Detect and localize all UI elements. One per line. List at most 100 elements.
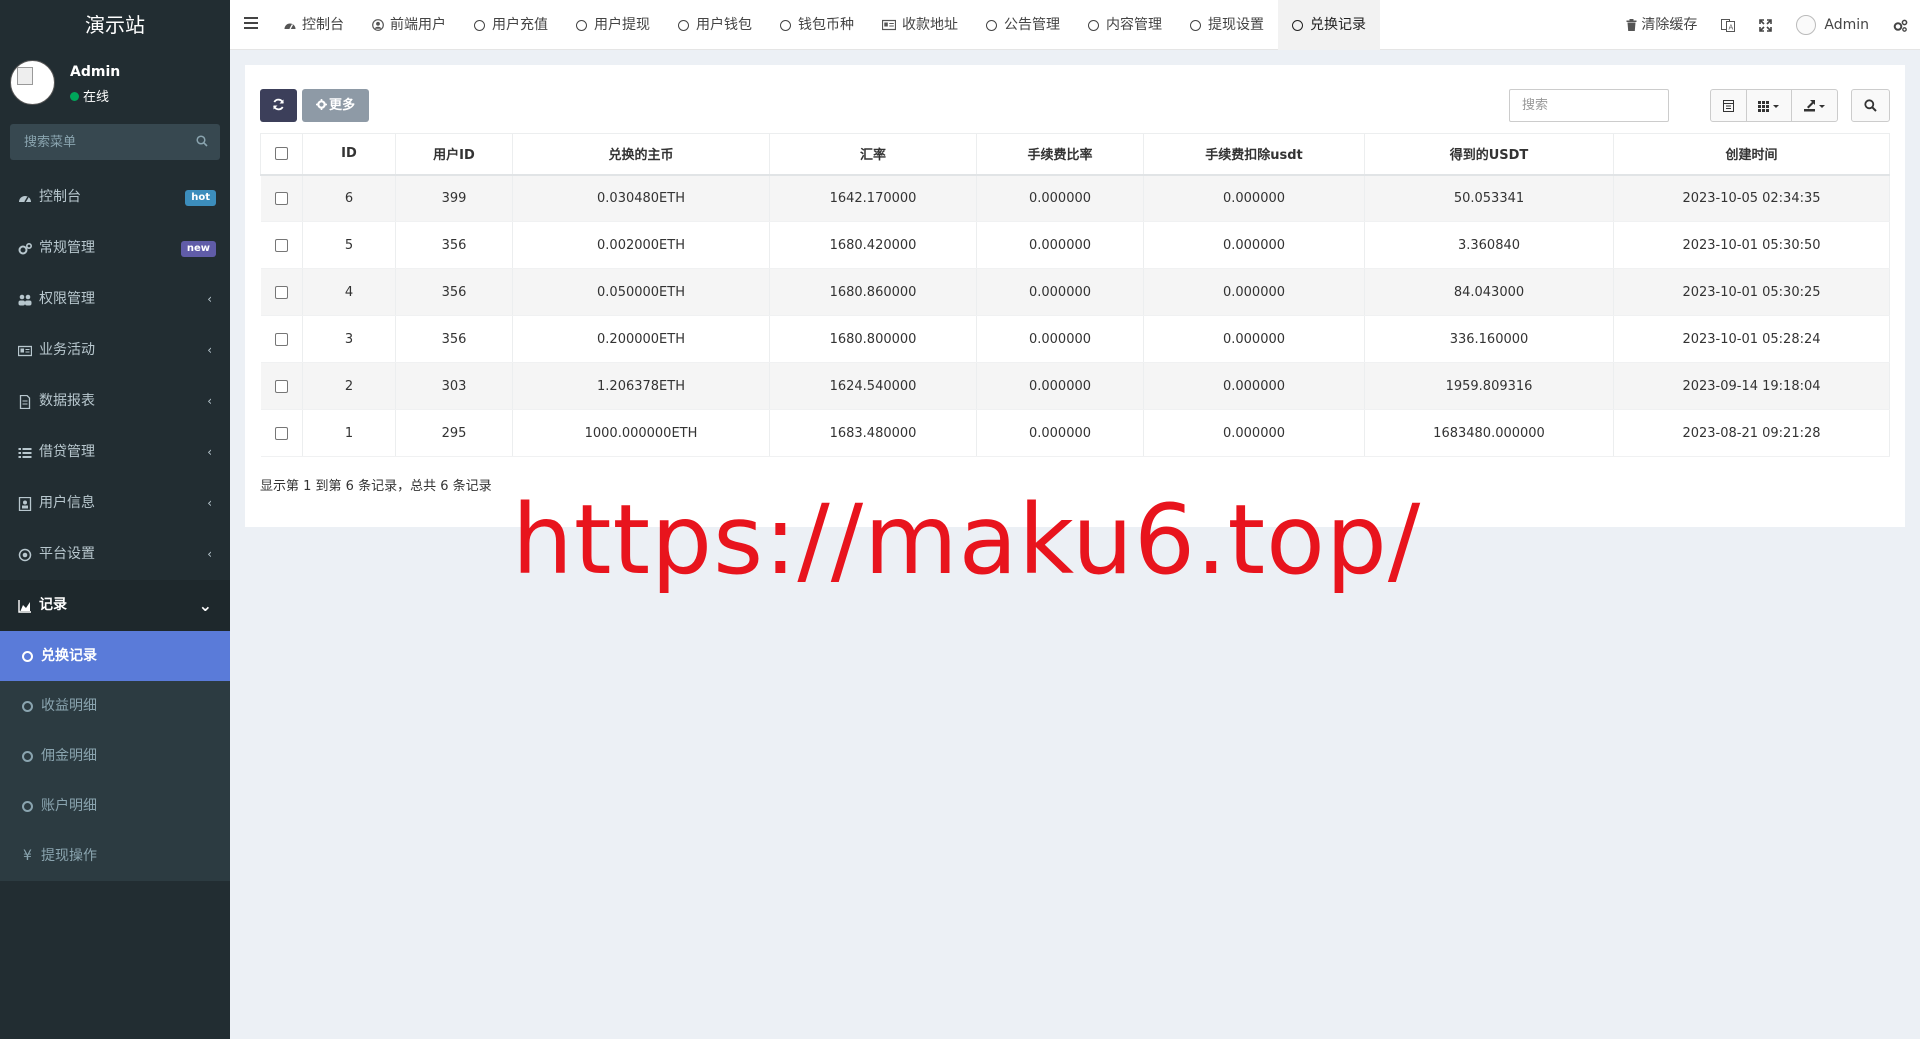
user-name: Admin — [70, 64, 121, 80]
trash-icon — [1626, 19, 1637, 31]
sidebar-item-general[interactable]: 常规管理 new — [0, 223, 230, 274]
table-tools-group — [1710, 89, 1838, 122]
dot-circle-icon — [18, 548, 32, 561]
row-select-cell — [260, 362, 303, 410]
row-checkbox[interactable] — [274, 285, 288, 299]
table-cell: 2023-10-01 05:30:25 — [1613, 268, 1890, 316]
tab-user-wallet[interactable]: 用户钱包 — [664, 0, 766, 50]
toggle-view-button[interactable] — [1711, 90, 1747, 121]
tab-exchange-records[interactable]: 兑换记录 — [1278, 0, 1380, 50]
table-cell: 1680.420000 — [769, 221, 977, 269]
tab-user-withdraw[interactable]: 用户提现 — [562, 0, 664, 50]
settings-button[interactable] — [1881, 0, 1920, 50]
sidebar-item-label: 用户信息 — [39, 495, 95, 511]
tab-content-management[interactable]: 内容管理 — [1074, 0, 1176, 50]
column-header[interactable]: 兑换的主币 — [512, 133, 770, 176]
table-cell: 356 — [395, 221, 513, 269]
file-icon — [19, 394, 31, 409]
column-header[interactable]: 手续费比率 — [976, 133, 1144, 176]
row-checkbox[interactable] — [274, 238, 288, 252]
columns-button[interactable] — [1747, 90, 1792, 121]
table-row[interactable]: 3 356 0.200000ETH 1680.800000 0.000000 0.0000… — [260, 315, 1890, 363]
sub-item-withdraw-operation[interactable]: ¥ 提现操作 — [0, 831, 230, 881]
clear-cache-button[interactable]: 清除缓存 — [1614, 0, 1709, 50]
table-row[interactable]: 6 399 0.030480ETH 1642.170000 0.000000 0.0000… — [260, 174, 1890, 222]
sidebar-item-loans[interactable]: 借贷管理 ‹ — [0, 427, 230, 478]
sub-item-commission-detail[interactable]: 佣金明细 — [0, 731, 230, 781]
sub-item-account-detail[interactable]: 账户明细 — [0, 781, 230, 831]
sidebar-item-label: 借贷管理 — [39, 444, 95, 460]
sidebar-item-label: 记录 — [39, 597, 67, 613]
language-button[interactable]: A — [1709, 0, 1747, 50]
table-row[interactable]: 5 356 0.002000ETH 1680.420000 0.000000 0.0000… — [260, 221, 1890, 269]
pagination-info: 显示第 1 到第 6 条记录，总共 6 条记录 — [260, 479, 492, 494]
column-header[interactable]: 用户ID — [395, 133, 513, 176]
sidebar-item-label: 数据报表 — [39, 393, 95, 409]
sub-item-exchange-records[interactable]: 兑换记录 — [0, 631, 230, 681]
tab-announcements[interactable]: 公告管理 — [972, 0, 1074, 50]
table-cell: 2023-10-05 02:34:35 — [1613, 174, 1890, 222]
column-header[interactable]: 得到的USDT — [1364, 133, 1614, 176]
tab-withdraw-settings[interactable]: 提现设置 — [1176, 0, 1278, 50]
online-dot-icon — [70, 92, 79, 101]
admin-user-menu[interactable]: Admin — [1784, 0, 1881, 50]
column-header[interactable]: 手续费扣除usdt — [1143, 133, 1365, 176]
sidebar-item-permissions[interactable]: 权限管理 ‹ — [0, 274, 230, 325]
tab-wallet-currency[interactable]: 钱包币种 — [766, 0, 868, 50]
sidebar-item-platform-settings[interactable]: 平台设置 ‹ — [0, 529, 230, 580]
topbar: 控制台 前端用户 用户充值 用户提现 用户钱包 钱包币种 收款地址 公告管理 内… — [230, 0, 1920, 50]
table-search-input[interactable] — [1509, 89, 1669, 122]
table-cell: 1959.809316 — [1364, 362, 1614, 410]
new-badge: new — [180, 241, 216, 257]
column-header[interactable]: ID — [302, 133, 396, 176]
row-checkbox[interactable] — [274, 332, 288, 346]
table-cell: 1.206378ETH — [512, 362, 770, 410]
tab-frontend-users[interactable]: 前端用户 — [358, 0, 460, 50]
select-all-checkbox[interactable] — [275, 147, 288, 161]
menu-toggle-icon[interactable] — [244, 17, 258, 29]
sidebar-item-label: 权限管理 — [39, 291, 95, 307]
tab-label: 前端用户 — [390, 17, 446, 33]
search-icon[interactable] — [196, 135, 208, 147]
tab-label: 兑换记录 — [1310, 17, 1366, 33]
table-header-row: ID 用户ID 兑换的主币 汇率 手续费比率 手续费扣除usdt 得到的USDT… — [260, 133, 1890, 176]
more-button[interactable]: 更多 — [302, 89, 369, 122]
circle-icon — [22, 650, 33, 662]
sidebar-item-reports[interactable]: 数据报表 ‹ — [0, 376, 230, 427]
row-checkbox[interactable] — [274, 426, 288, 440]
fullscreen-button[interactable] — [1747, 0, 1784, 50]
sidebar-item-user-info[interactable]: 用户信息 ‹ — [0, 478, 230, 529]
menu-search-input[interactable] — [10, 124, 220, 160]
hot-badge: hot — [185, 190, 216, 206]
table-row[interactable]: 1 295 1000.000000ETH 1683.480000 0.000000 0.0… — [260, 409, 1890, 457]
refresh-button[interactable] — [260, 89, 297, 122]
tab-receiving-address[interactable]: 收款地址 — [868, 0, 972, 50]
column-header[interactable]: 创建时间 — [1613, 133, 1890, 176]
tab-label: 用户充值 — [492, 17, 548, 33]
row-checkbox[interactable] — [274, 191, 288, 205]
row-select-cell — [260, 268, 303, 316]
column-header[interactable]: 汇率 — [769, 133, 977, 176]
sub-item-earnings-detail[interactable]: 收益明细 — [0, 681, 230, 731]
id-card-icon — [882, 19, 896, 31]
table-row[interactable]: 2 303 1.206378ETH 1624.540000 0.000000 0.0000… — [260, 362, 1890, 410]
circle-icon — [22, 800, 33, 812]
tab-dashboard[interactable]: 控制台 — [270, 0, 358, 50]
row-checkbox[interactable] — [274, 379, 288, 393]
export-button[interactable] — [1792, 90, 1837, 121]
brand-title[interactable]: 演示站 — [0, 0, 230, 50]
tab-user-recharge[interactable]: 用户充值 — [460, 0, 562, 50]
sidebar-item-records[interactable]: 记录 ⌄ — [0, 580, 230, 631]
sidebar-item-dashboard[interactable]: 控制台 hot — [0, 172, 230, 223]
advanced-search-button[interactable] — [1851, 89, 1890, 122]
row-select-cell — [260, 315, 303, 363]
sub-item-label: 提现操作 — [41, 848, 97, 864]
table-row[interactable]: 4 356 0.050000ETH 1680.860000 0.000000 0.0000… — [260, 268, 1890, 316]
sidebar-item-business[interactable]: 业务活动 ‹ — [0, 325, 230, 376]
export-icon — [1803, 99, 1825, 111]
table-cell: 1642.170000 — [769, 174, 977, 222]
table-cell: 4 — [302, 268, 396, 316]
address-book-icon — [18, 496, 32, 511]
columns-grid-icon — [1758, 100, 1779, 112]
menu-search — [10, 124, 220, 160]
